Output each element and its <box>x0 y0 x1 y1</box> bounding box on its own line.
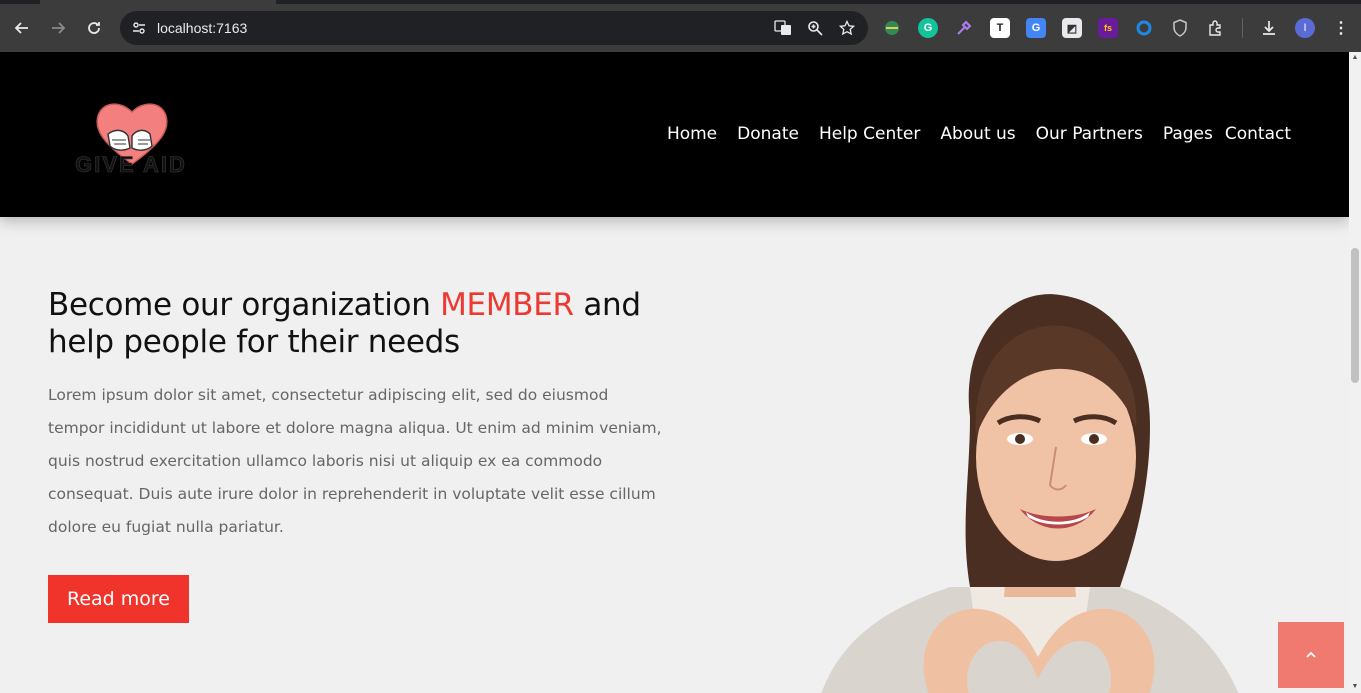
address-bar[interactable]: localhost:7163 <box>120 11 868 45</box>
nav-about-us[interactable]: About us <box>930 122 1025 146</box>
zoom-icon[interactable] <box>806 19 824 37</box>
download-icon[interactable] <box>1259 18 1279 38</box>
grammarly-icon[interactable]: G <box>918 18 938 38</box>
read-more-button[interactable]: Read more <box>48 575 189 623</box>
browser-toolbar: localhost:7163 G T G ◩ fs I ⋮ <box>0 0 1361 52</box>
color-picker-icon[interactable] <box>954 18 974 38</box>
profile-avatar[interactable]: I <box>1295 18 1315 38</box>
nav-pages[interactable]: Pages <box>1153 122 1219 146</box>
edge-extension-icon[interactable] <box>1134 18 1154 38</box>
arrow-right-icon <box>52 22 66 34</box>
active-tab-edge <box>40 0 276 4</box>
nav-donate[interactable]: Donate <box>727 122 809 146</box>
fs-extension-icon[interactable]: fs <box>1098 18 1118 38</box>
hero-description: Lorem ipsum dolor sit amet, consectetur … <box>48 386 662 536</box>
screenshot-extension-icon[interactable]: ◩ <box>1062 18 1082 38</box>
forward-button[interactable] <box>44 14 72 42</box>
url-text[interactable]: localhost:7163 <box>157 20 247 36</box>
scroll-down-arrow-icon[interactable]: ▼ <box>1349 681 1361 693</box>
site-info-icon[interactable] <box>128 17 150 39</box>
scrollbar-thumb[interactable] <box>1351 248 1359 383</box>
extensions-bar: G T G ◩ fs I ⋮ <box>882 16 1351 40</box>
google-translate-icon[interactable]: G <box>1026 18 1046 38</box>
arrow-left-icon <box>14 22 28 34</box>
scroll-up-arrow-icon[interactable]: ▲ <box>1349 52 1361 64</box>
bookmark-star-icon[interactable] <box>838 19 856 37</box>
hero-title: Become our organization MEMBER and help … <box>48 287 688 361</box>
reload-button[interactable] <box>80 14 108 42</box>
translate-icon[interactable] <box>774 19 792 37</box>
site-header: GIVE AID Home Donate Help Center About u… <box>0 52 1349 217</box>
menu-kebab-icon[interactable]: ⋮ <box>1331 18 1351 38</box>
hero-title-start: Become our organization <box>48 287 441 323</box>
page-viewport: GIVE AID Home Donate Help Center About u… <box>0 52 1361 693</box>
scroll-to-top-button[interactable] <box>1278 622 1344 688</box>
member-hero-section: Become our organization MEMBER and help … <box>0 217 1349 693</box>
page-scrollbar[interactable]: ▲ ▼ <box>1349 52 1361 693</box>
text-extension-icon[interactable]: T <box>990 18 1010 38</box>
back-button[interactable] <box>8 14 36 42</box>
main-nav: Home Donate Help Center About us Our Par… <box>657 122 1301 146</box>
puzzle-extensions-icon[interactable] <box>1206 18 1226 38</box>
hero-title-accent: MEMBER <box>440 287 574 323</box>
shield-icon[interactable] <box>1170 18 1190 38</box>
nav-our-partners[interactable]: Our Partners <box>1026 122 1153 146</box>
toolbar-separator <box>1242 18 1243 38</box>
woman-heart-hands-image <box>821 294 1239 693</box>
reload-icon <box>88 22 100 34</box>
nav-help-center[interactable]: Help Center <box>809 122 930 146</box>
chevron-up-icon <box>1306 651 1316 658</box>
nav-home[interactable]: Home <box>657 122 727 146</box>
nav-contact[interactable]: Contact <box>1219 122 1301 146</box>
extension-globe-icon[interactable] <box>882 18 902 38</box>
logo-text: GIVE AID <box>75 152 187 178</box>
